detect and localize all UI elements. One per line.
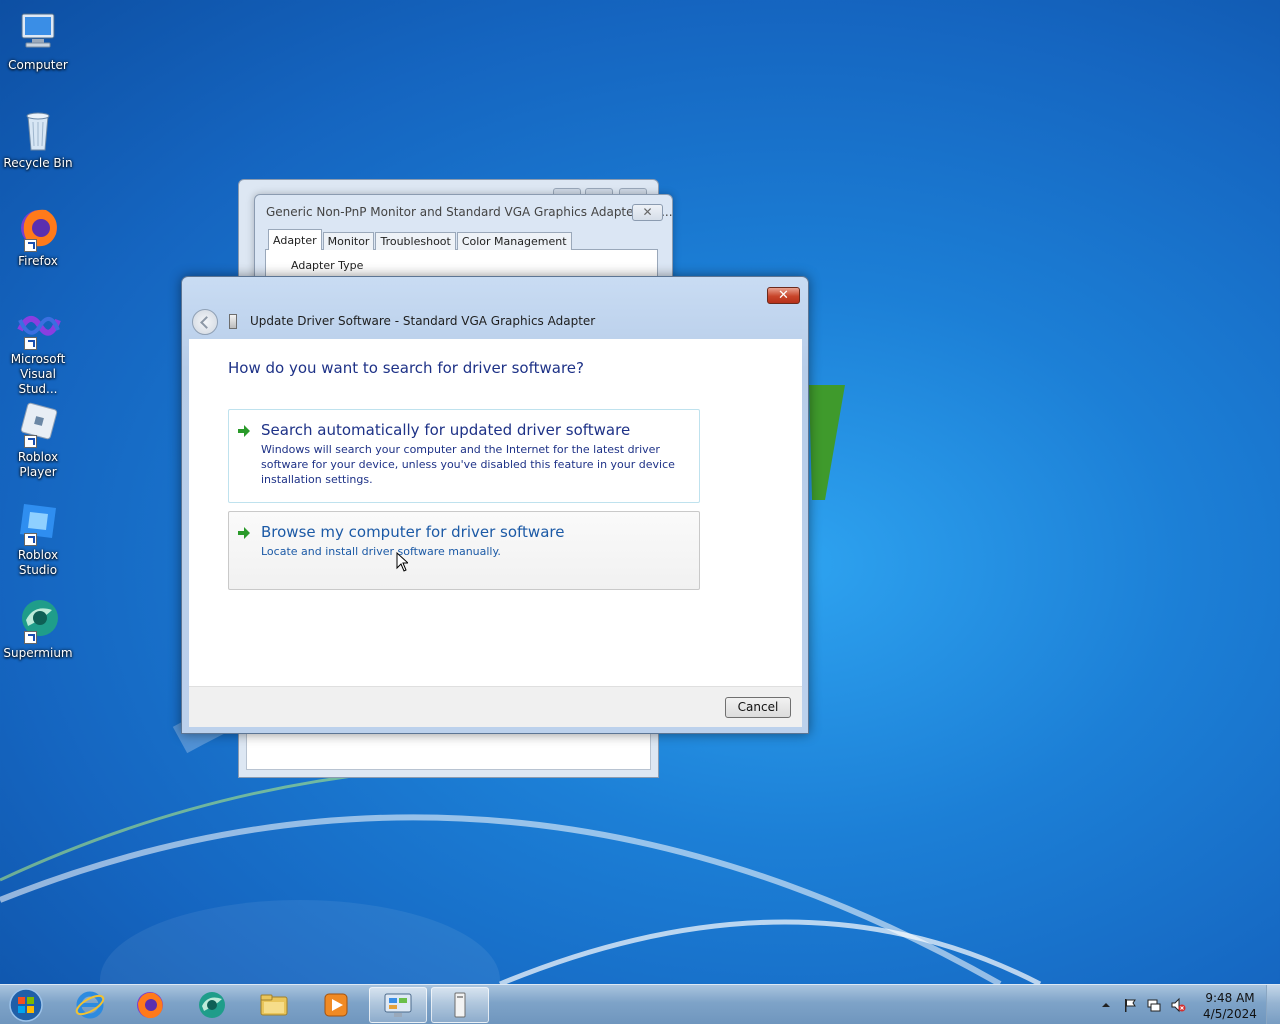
visual-studio-icon (14, 302, 62, 350)
green-arrow-icon (238, 425, 250, 437)
window-title: Generic Non-PnP Monitor and Standard VGA… (266, 205, 673, 219)
green-arrow-icon (238, 527, 250, 539)
computer-icon (14, 8, 62, 56)
desktop-icon-supermium[interactable]: Supermium (2, 596, 74, 661)
taskbar-device-properties[interactable] (431, 987, 489, 1023)
tab-color-management[interactable]: Color Management (456, 232, 572, 250)
option-title: Browse my computer for driver software (261, 523, 565, 541)
dialog-title: Update Driver Software - Standard VGA Gr… (250, 314, 596, 328)
desktop-icon-roblox-player[interactable]: Roblox Player (2, 400, 74, 480)
option-title: Search automatically for updated driver … (261, 421, 631, 439)
internet-explorer-icon (75, 991, 105, 1019)
start-button[interactable] (6, 987, 46, 1023)
desktop-icon-firefox[interactable]: Firefox (2, 204, 74, 269)
shortcut-arrow-icon (24, 631, 37, 644)
volume-muted-icon[interactable] (1170, 997, 1186, 1013)
network-icon[interactable] (1146, 997, 1162, 1013)
action-center-flag-icon[interactable] (1122, 997, 1138, 1013)
desktop-icon-roblox-studio[interactable]: Roblox Studio (2, 498, 74, 578)
recycle-bin-icon (14, 106, 62, 154)
adapter-properties-window[interactable]: Generic Non-PnP Monitor and Standard VGA… (254, 194, 673, 289)
device-icon (454, 992, 466, 1018)
tab-monitor[interactable]: Monitor (322, 232, 375, 250)
desktop-icon-computer[interactable]: Computer (2, 8, 74, 73)
roblox-studio-icon (14, 498, 62, 546)
dialog-content: How do you want to search for driver sof… (189, 339, 802, 686)
taskbar-media-player[interactable] (307, 987, 365, 1023)
back-arrow-icon[interactable] (192, 309, 218, 335)
show-hidden-icons-icon[interactable] (1098, 997, 1114, 1013)
file-explorer-icon (260, 994, 288, 1016)
taskbar-firefox[interactable] (121, 987, 179, 1023)
page-heading: How do you want to search for driver sof… (228, 359, 584, 377)
show-desktop-button[interactable] (1266, 985, 1280, 1024)
close-button[interactable]: ✕ (632, 204, 663, 221)
desktop-icon-label: Microsoft Visual Stud... (10, 352, 66, 396)
update-driver-dialog[interactable]: ✕ Update Driver Software - Standard VGA … (181, 276, 809, 734)
system-clock[interactable]: 9:48 AM 4/5/2024 (1196, 990, 1264, 1022)
tab-strip: Adapter Monitor Troubleshoot Color Manag… (268, 229, 573, 250)
mouse-cursor-icon (396, 552, 408, 572)
desktop-icon-visual-studio[interactable]: Microsoft Visual Stud... (2, 302, 74, 397)
media-player-icon (324, 993, 348, 1017)
desktop-icon-label: Recycle Bin (3, 156, 73, 170)
roblox-player-icon (14, 400, 62, 448)
adapter-type-label: Adapter Type (291, 259, 364, 272)
window-client-area (246, 730, 651, 770)
desktop-icon-label: Roblox Player (17, 450, 59, 479)
supermium-icon (199, 992, 225, 1018)
clock-date: 4/5/2024 (1203, 1007, 1257, 1021)
taskbar-internet-explorer[interactable] (61, 987, 119, 1023)
shortcut-arrow-icon (24, 533, 37, 546)
firefox-icon (14, 204, 62, 252)
desktop-icon-label: Roblox Studio (17, 548, 59, 577)
close-button[interactable]: ✕ (767, 287, 800, 304)
taskbar-control-panel[interactable] (369, 987, 427, 1023)
shortcut-arrow-icon (24, 239, 37, 252)
taskbar-supermium[interactable] (183, 987, 241, 1023)
control-panel-icon (384, 993, 412, 1017)
taskbar: 9:48 AM 4/5/2024 (0, 984, 1280, 1024)
shortcut-arrow-icon (24, 337, 37, 350)
desktop-icon-label: Firefox (18, 254, 58, 268)
tab-troubleshoot[interactable]: Troubleshoot (375, 232, 456, 250)
search-automatically-option[interactable]: Search automatically for updated driver … (228, 409, 700, 503)
desktop-icon-label: Supermium (3, 646, 73, 660)
desktop-icon-recycle-bin[interactable]: Recycle Bin (2, 106, 74, 171)
option-description: Locate and install driver software manua… (261, 545, 501, 558)
browse-computer-option[interactable]: Browse my computer for driver software L… (228, 511, 700, 590)
dialog-footer: Cancel (189, 686, 802, 727)
cancel-button[interactable]: Cancel (725, 697, 791, 718)
taskbar-file-explorer[interactable] (245, 987, 303, 1023)
shortcut-arrow-icon (24, 435, 37, 448)
tab-adapter[interactable]: Adapter (268, 229, 322, 250)
supermium-icon (14, 596, 62, 644)
clock-time: 9:48 AM (1205, 991, 1255, 1005)
desktop-icon-label: Computer (8, 58, 68, 72)
firefox-icon (137, 992, 163, 1019)
device-icon (229, 314, 237, 329)
option-description: Windows will search your computer and th… (261, 443, 675, 486)
